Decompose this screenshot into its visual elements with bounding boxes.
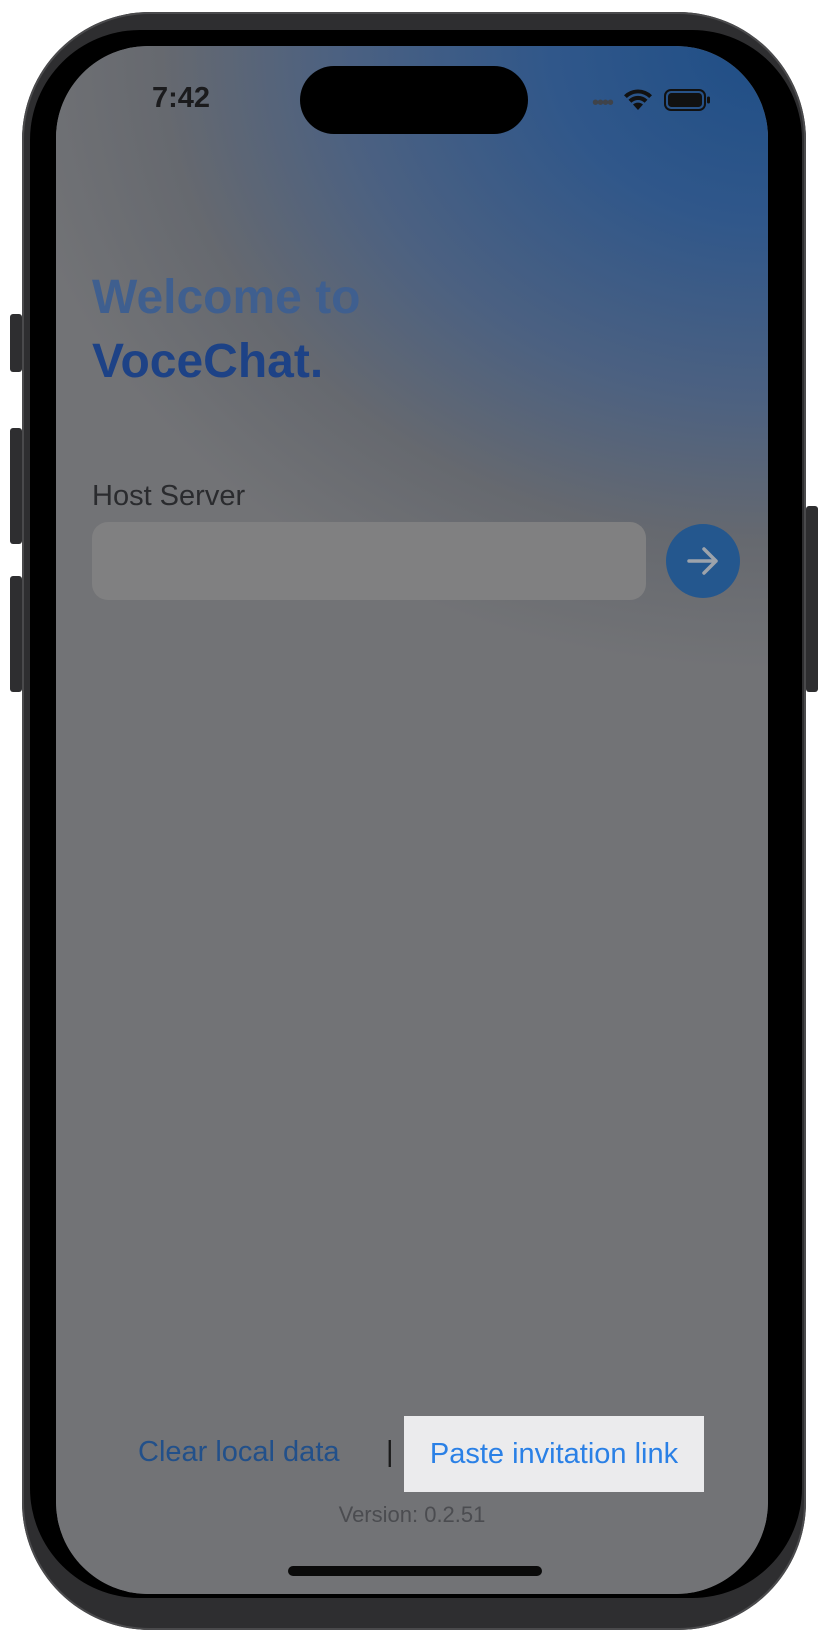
host-server-input[interactable] [92, 522, 646, 600]
footer-links: Clear local data | Paste invitation link [56, 1416, 768, 1492]
battery-icon [664, 88, 712, 117]
app-screen: 7:42 •••• Welcome to VoceChat. Host Serv… [56, 46, 768, 1594]
paste-invitation-link-label: Paste invitation link [429, 1437, 679, 1470]
volume-down-button [10, 576, 22, 692]
wifi-icon [622, 88, 654, 117]
clear-local-data-link[interactable]: Clear local data [138, 1436, 340, 1469]
action-button [10, 314, 22, 372]
app-name-heading: VoceChat. [92, 335, 324, 388]
welcome-heading: Welcome to [92, 271, 361, 324]
host-server-label: Host Server [92, 480, 246, 512]
volume-up-button [10, 428, 22, 544]
version-text: Version: 0.2.51 [338, 1502, 486, 1527]
cellular-icon: •••• [591, 91, 614, 114]
status-icons: •••• [592, 88, 712, 117]
link-separator: | [386, 1436, 394, 1468]
dynamic-island [300, 66, 528, 134]
status-time: 7:42 [152, 82, 211, 114]
connect-button[interactable] [666, 524, 740, 598]
arrow-right-icon [687, 547, 718, 575]
paste-invitation-link-button[interactable]: Paste invitation link [404, 1416, 704, 1492]
power-button [806, 506, 818, 692]
home-indicator[interactable] [288, 1566, 542, 1576]
